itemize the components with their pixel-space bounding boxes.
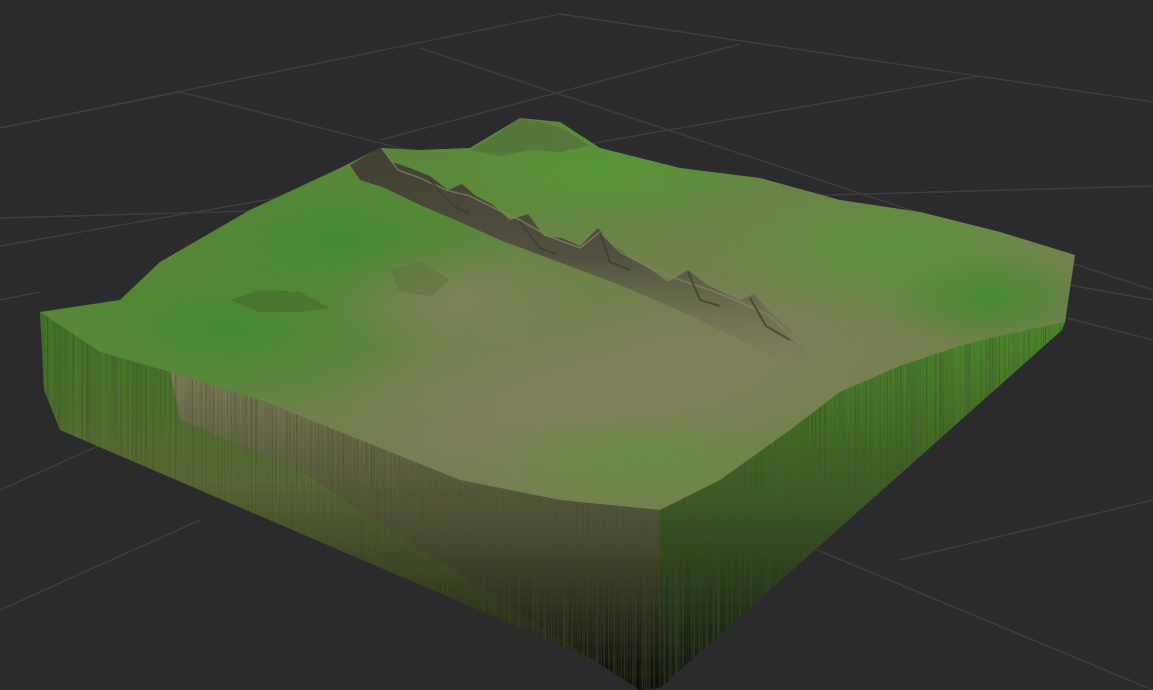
3d-viewport[interactable] <box>0 0 1153 690</box>
terrain-mesh[interactable] <box>20 100 1100 690</box>
